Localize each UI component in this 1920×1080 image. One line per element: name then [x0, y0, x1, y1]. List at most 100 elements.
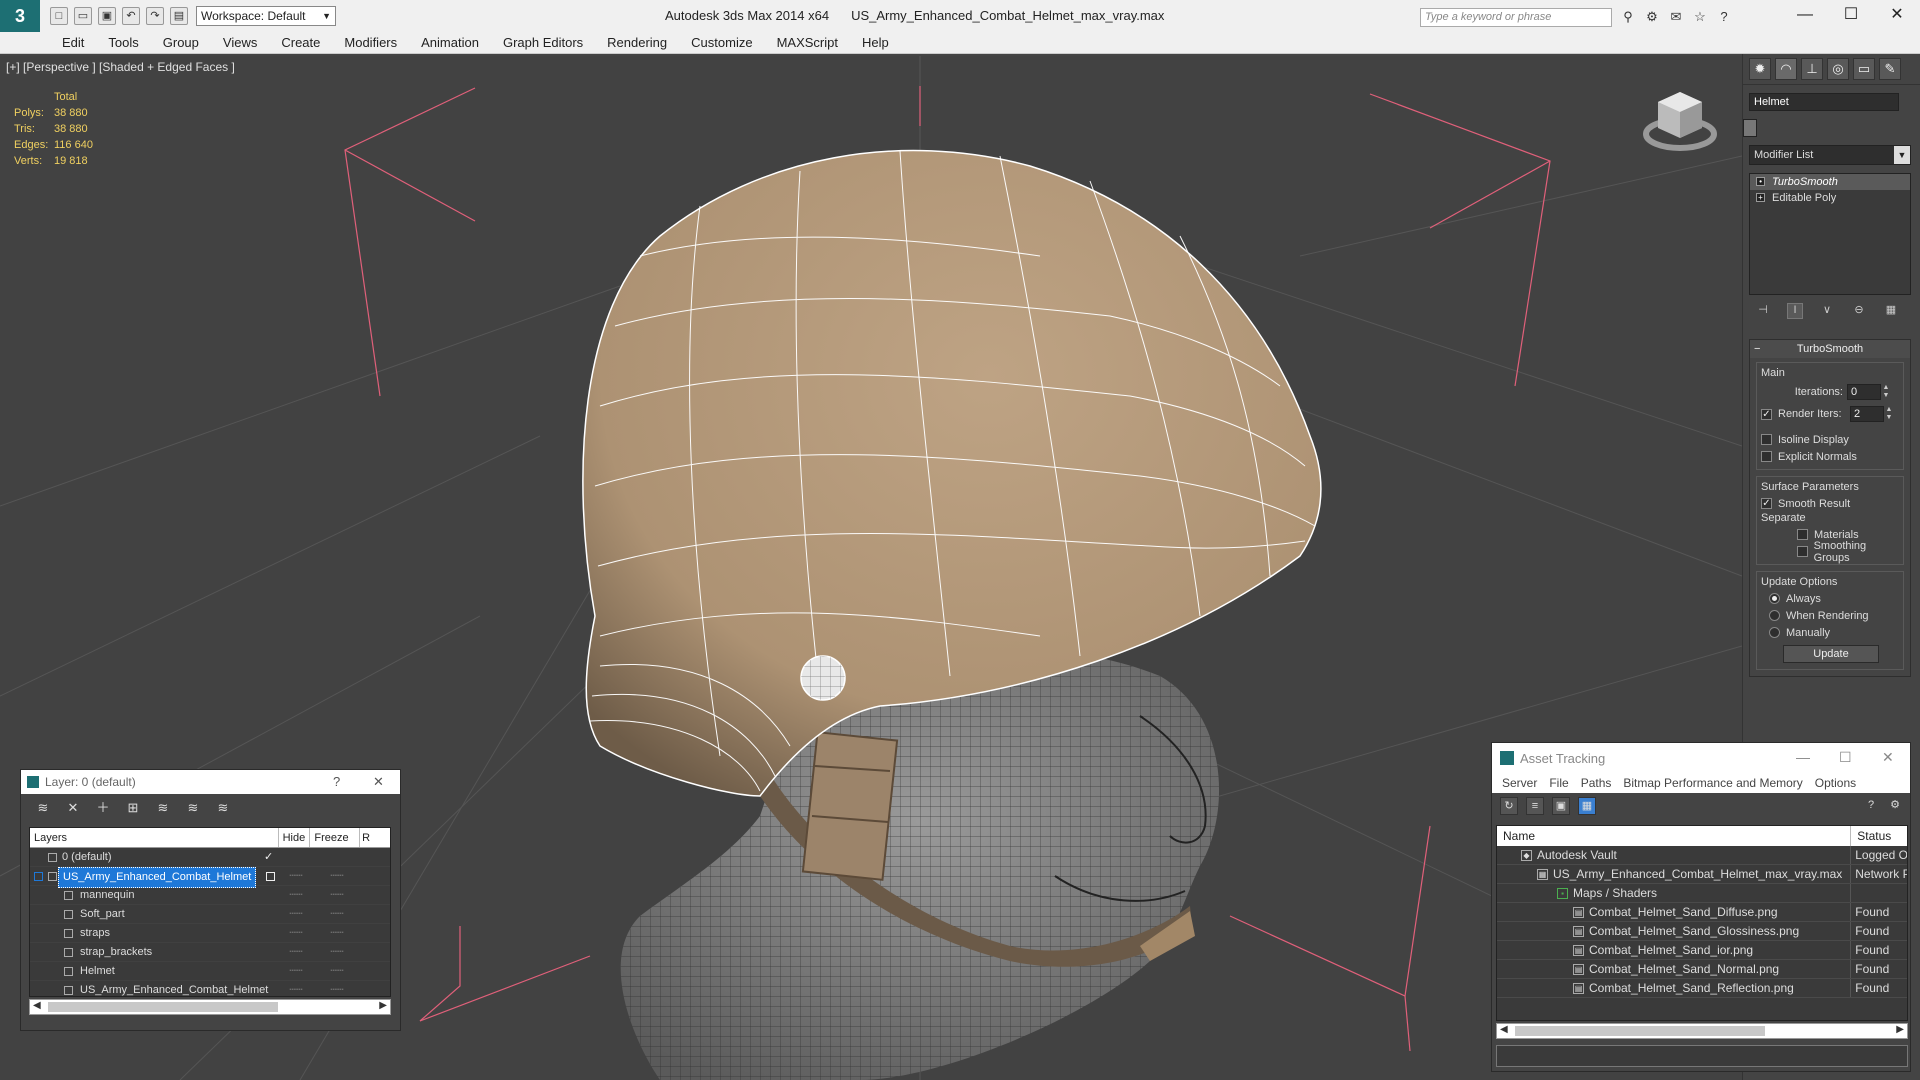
menu-paths[interactable]: Paths — [1575, 776, 1618, 790]
layer-window-titlebar[interactable]: Layer: 0 (default) ? ✕ — [21, 770, 400, 794]
open-file-icon[interactable]: ▭ — [74, 7, 92, 25]
layer-freeze[interactable]: ┄┄ — [312, 886, 362, 904]
thumbnail-view-icon[interactable]: ▣ — [1552, 797, 1570, 815]
when-rendering-row[interactable]: When Rendering — [1761, 607, 1901, 624]
layer-row[interactable]: 0 (default) ✓ — [30, 848, 390, 867]
subscription-icon[interactable]: ⚙ — [1644, 9, 1660, 25]
asset-window-titlebar[interactable]: Asset Tracking — ☐ ✕ — [1492, 743, 1910, 773]
menu-server[interactable]: Server — [1496, 776, 1543, 790]
always-radio[interactable] — [1769, 593, 1780, 604]
settings-icon[interactable]: ⚙ — [1886, 797, 1904, 815]
smoothing-groups-checkbox[interactable] — [1797, 546, 1808, 557]
menu-group[interactable]: Group — [151, 35, 211, 50]
help-icon[interactable]: ? — [1716, 9, 1732, 25]
layer-freeze[interactable]: ┄┄ — [312, 981, 362, 996]
layer-hide[interactable]: ┄┄ — [280, 905, 312, 923]
col-status[interactable]: Status — [1851, 826, 1907, 846]
show-end-result-icon[interactable]: I — [1787, 303, 1803, 319]
communication-icon[interactable]: ✉ — [1668, 9, 1684, 25]
smooth-result-row[interactable]: ✓ Smooth Result — [1761, 495, 1901, 512]
hierarchy-tab-icon[interactable]: ⊥ — [1801, 58, 1823, 80]
close-icon[interactable]: ✕ — [1874, 0, 1920, 32]
col-name[interactable]: Name — [1497, 826, 1852, 846]
app-logo-icon[interactable]: 3 — [0, 0, 40, 32]
smoothing-groups-row[interactable]: Smoothing Groups — [1761, 540, 1901, 564]
asset-row[interactable]: ▦ US_Army_Enhanced_Combat_Helmet_max_vray… — [1497, 865, 1907, 884]
layer-row[interactable]: straps ┄┄ ┄┄ — [30, 924, 390, 943]
layer-select-box-icon[interactable] — [266, 872, 275, 881]
asset-row[interactable]: ▤ Combat_Helmet_Sand_Diffuse.png Found — [1497, 903, 1907, 922]
scroll-left-icon[interactable]: ◀ — [1500, 1024, 1508, 1035]
highlight-layer-icon[interactable]: ≋ — [155, 800, 171, 816]
search-input[interactable]: Type a keyword or phrase — [1420, 8, 1612, 27]
layer-row[interactable]: US_Army_Enhanced_Combat_Helmet ┄┄ ┄┄ — [30, 981, 390, 996]
create-tab-icon[interactable]: ✹ — [1749, 58, 1771, 80]
object-name-field[interactable]: Helmet — [1749, 93, 1899, 111]
stack-item-editable-poly[interactable]: + Editable Poly — [1750, 190, 1910, 206]
layer-hide[interactable]: ┄┄ — [280, 886, 312, 904]
layer-freeze[interactable]: ┄┄ — [312, 962, 362, 980]
when-rendering-radio[interactable] — [1769, 610, 1780, 621]
col-layers[interactable]: Layers — [30, 828, 279, 847]
spinner-arrows-icon[interactable]: ▲ ▼ — [1884, 406, 1894, 422]
project-folder-icon[interactable]: ▤ — [170, 7, 188, 25]
scroll-right-icon[interactable]: ▶ — [379, 1000, 387, 1011]
materials-checkbox[interactable] — [1797, 529, 1808, 540]
spinner-arrows-icon[interactable]: ▲ ▼ — [1881, 384, 1891, 400]
undo-icon[interactable]: ↶ — [122, 7, 140, 25]
isoline-row[interactable]: Isoline Display — [1761, 431, 1901, 448]
table-view-icon[interactable]: ▦ — [1578, 797, 1596, 815]
utilities-tab-icon[interactable]: ✎ — [1879, 58, 1901, 80]
render-iters-spinner[interactable]: 2 — [1850, 406, 1884, 422]
new-file-icon[interactable]: □ — [50, 7, 68, 25]
menu-bitmap-performance[interactable]: Bitmap Performance and Memory — [1617, 776, 1808, 790]
layer-hide[interactable] — [280, 848, 312, 866]
col-freeze[interactable]: Freeze — [310, 828, 361, 847]
layer-row[interactable]: mannequin ┄┄ ┄┄ — [30, 886, 390, 905]
hide-all-icon[interactable]: ≋ — [185, 800, 201, 816]
layer-row[interactable]: Helmet ┄┄ ┄┄ — [30, 962, 390, 981]
delete-layer-icon[interactable]: ✕ — [65, 800, 81, 816]
layer-row[interactable]: strap_brackets ┄┄ ┄┄ — [30, 943, 390, 962]
favorites-icon[interactable]: ☆ — [1692, 9, 1708, 25]
refresh-icon[interactable]: ↻ — [1500, 797, 1518, 815]
binoculars-icon[interactable]: ⚲ — [1620, 9, 1636, 25]
remove-modifier-icon[interactable]: ⊖ — [1851, 303, 1867, 319]
viewcube-icon[interactable] — [1642, 86, 1718, 158]
asset-row[interactable]: ▤ Combat_Helmet_Sand_Glossiness.png Found — [1497, 922, 1907, 941]
asset-row[interactable]: ▤ Combat_Helmet_Sand_Normal.png Found — [1497, 960, 1907, 979]
maximize-icon[interactable]: ☐ — [1828, 0, 1874, 32]
menu-help[interactable]: Help — [850, 35, 901, 50]
menu-customize[interactable]: Customize — [679, 35, 764, 50]
workspace-dropdown[interactable]: Workspace: Default ▼ — [196, 6, 336, 26]
minimize-icon[interactable]: — — [1796, 749, 1810, 765]
layer-hide[interactable]: ┄┄ — [280, 943, 312, 961]
menu-options[interactable]: Options — [1809, 776, 1862, 790]
active-layer-check-icon[interactable]: ✓ — [264, 848, 273, 867]
layer-horizontal-scrollbar[interactable]: ◀ ▶ — [29, 999, 391, 1015]
menu-tools[interactable]: Tools — [96, 35, 150, 50]
collapse-icon[interactable] — [34, 872, 43, 881]
scroll-right-icon[interactable]: ▶ — [1896, 1024, 1904, 1035]
rollout-header[interactable]: − TurboSmooth — [1750, 340, 1910, 358]
col-hide[interactable]: Hide — [279, 828, 311, 847]
pin-stack-icon[interactable]: ⊣ — [1755, 303, 1771, 319]
make-unique-icon[interactable]: ∨ — [1819, 303, 1835, 319]
close-icon[interactable]: ✕ — [373, 774, 384, 790]
menu-modifiers[interactable]: Modifiers — [332, 35, 409, 50]
save-file-icon[interactable]: ▣ — [98, 7, 116, 25]
layer-row[interactable]: Soft_part ┄┄ ┄┄ — [30, 905, 390, 924]
update-button[interactable]: Update — [1783, 645, 1879, 663]
menu-rendering[interactable]: Rendering — [595, 35, 679, 50]
asset-row[interactable]: ◆ Autodesk Vault Logged Ou — [1497, 846, 1907, 865]
help-icon[interactable]: ? — [1862, 797, 1880, 815]
scrollbar-thumb[interactable] — [48, 1002, 278, 1012]
lightbulb-icon[interactable]: • — [1756, 177, 1765, 186]
menu-create[interactable]: Create — [269, 35, 332, 50]
menu-file[interactable]: File — [1543, 776, 1574, 790]
motion-tab-icon[interactable]: ◎ — [1827, 58, 1849, 80]
list-view-icon[interactable]: ≡ — [1526, 797, 1544, 815]
add-layer-icon[interactable]: ＋ — [95, 800, 111, 816]
manually-radio[interactable] — [1769, 627, 1780, 638]
menu-views[interactable]: Views — [211, 35, 269, 50]
